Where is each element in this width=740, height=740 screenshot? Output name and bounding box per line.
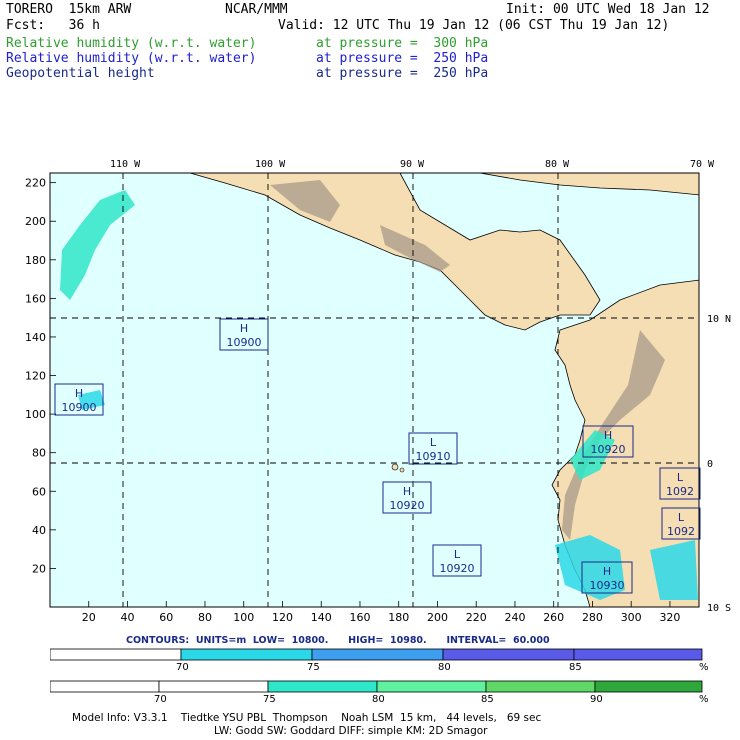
colorbar-rh250-label: 75: [307, 662, 320, 673]
center-type: L: [678, 511, 685, 524]
model-info-line1: Model Info: V3.3.1 Tiedtke YSU PBL Thomp…: [72, 712, 542, 724]
y-tick-label: 60: [32, 485, 46, 498]
model-info-line2: LW: Godd SW: Goddard DIFF: simple KM: 2D…: [214, 725, 488, 737]
contour-info: CONTOURS: UNITS=m LOW= 10800. HIGH= 1098…: [126, 635, 550, 646]
x-tick-label: 180: [388, 611, 409, 624]
colorbar-rh300-label: 75: [263, 694, 276, 705]
center-value: 10920: [440, 562, 475, 575]
forecast-map: 20 40 60 80 100 120 140 160 180 200 220 240 260 280 30…: [25, 172, 701, 624]
center-type: H: [403, 485, 411, 498]
colorbar-rh250-bin: [180, 648, 313, 661]
x-tick-label: 220: [466, 611, 487, 624]
colorbar-rh250-label: 85: [569, 662, 582, 673]
y-tick-label: 40: [32, 524, 46, 537]
lat-label-equator: 0: [707, 459, 714, 470]
x-tick-label: 120: [272, 611, 293, 624]
x-tick-label: 100: [233, 611, 254, 624]
colorbar-rh300-bin: [594, 680, 703, 693]
center-value: 10920: [591, 443, 626, 456]
colorbar-rh250-label: 80: [438, 662, 451, 673]
colorbar-rh300-label: 80: [372, 694, 385, 705]
colorbar-rh250-unit: %: [699, 662, 709, 673]
colorbar-rh300-label: 85: [481, 694, 494, 705]
colorbar-rh300-bin: [50, 680, 160, 693]
x-tick-label: 300: [621, 611, 642, 624]
x-tick-label: 320: [659, 611, 680, 624]
center-type: L: [677, 471, 684, 484]
x-tick-label: 160: [349, 611, 370, 624]
colorbar-rh250-bin: [573, 648, 703, 661]
y-tick-label: 220: [25, 177, 46, 190]
colorbar-rh300-label: 90: [590, 694, 603, 705]
center-value: 10930: [590, 579, 625, 592]
y-tick-label: 200: [25, 215, 46, 228]
lon-label-70w: 70 W: [690, 159, 715, 170]
center-value: 10900: [227, 336, 262, 349]
center-value: 1092: [667, 525, 695, 538]
colorbar-rh250-bin: [311, 648, 444, 661]
center-value: 10920: [390, 499, 425, 512]
colorbar-rh300-bin: [376, 680, 487, 693]
y-tick-label: 80: [32, 447, 46, 460]
x-tick-label: 260: [543, 611, 564, 624]
x-tick-label: 280: [582, 611, 603, 624]
lat-label-10s: 10 S: [707, 603, 732, 614]
galapagos-island: [399, 467, 405, 473]
center-type: H: [240, 322, 248, 335]
lon-label-90w: 90 W: [400, 159, 425, 170]
y-tick-label: 20: [32, 562, 46, 575]
colorbar-rh300-label: 70: [154, 694, 167, 705]
y-tick-label: 120: [25, 370, 46, 383]
colorbar-rh300-unit: %: [699, 694, 709, 705]
colorbar-rh250-label: 70: [176, 662, 189, 673]
lon-label-80w: 80 W: [545, 159, 570, 170]
center-value: 10910: [416, 450, 451, 463]
colorbar-rh300-bin: [158, 680, 269, 693]
center-type: H: [75, 387, 83, 400]
colorbar-rh250: [50, 648, 703, 661]
lon-label-100w: 100 W: [255, 159, 286, 170]
x-tick-label: 80: [198, 611, 212, 624]
x-tick-label: 240: [504, 611, 525, 624]
x-tick-label: 60: [159, 611, 173, 624]
center-type: H: [604, 429, 612, 442]
center-type: H: [603, 565, 611, 578]
y-tick-label: 100: [25, 408, 46, 421]
center-type: L: [430, 436, 437, 449]
y-tick-label: 140: [25, 331, 46, 344]
x-tick-label: 20: [82, 611, 96, 624]
lat-label-10n: 10 N: [707, 314, 732, 325]
y-tick-label: 160: [25, 292, 46, 305]
center-value: 1092: [666, 485, 694, 498]
center-type: L: [454, 548, 461, 561]
colorbar-rh300: [50, 680, 703, 693]
x-tick-label: 140: [311, 611, 332, 624]
colorbar-rh250-bin: [50, 648, 182, 661]
x-tick-label: 40: [120, 611, 134, 624]
center-value: 10900: [62, 401, 97, 414]
galapagos-island: [391, 463, 399, 471]
colorbar-rh300-bin: [485, 680, 596, 693]
x-tick-label: 200: [427, 611, 448, 624]
colorbar-rh250-bin: [442, 648, 575, 661]
y-tick-label: 180: [25, 254, 46, 267]
lon-label-110w: 110 W: [110, 159, 141, 170]
colorbar-rh300-bin: [267, 680, 378, 693]
